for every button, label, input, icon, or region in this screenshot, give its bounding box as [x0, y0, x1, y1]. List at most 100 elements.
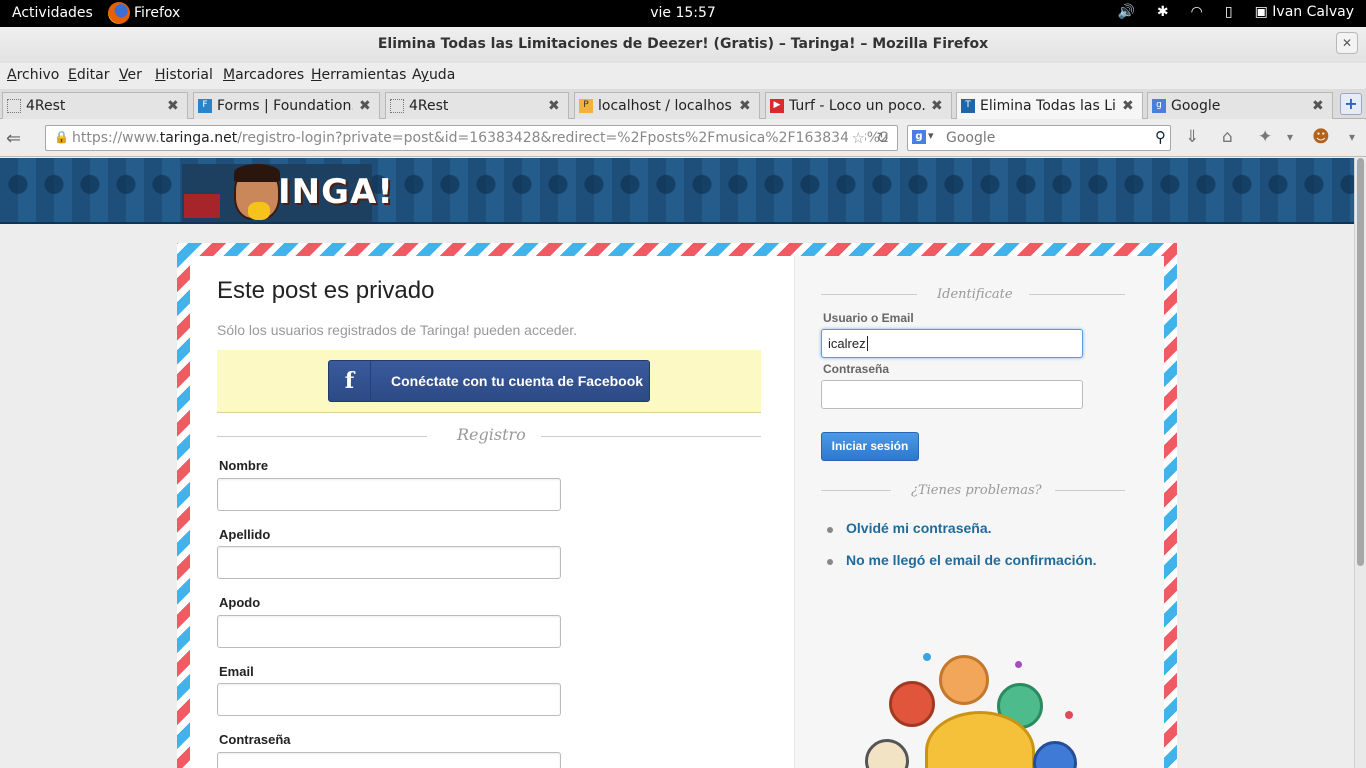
menu-ayuda[interactable]: Ayuda [412, 67, 455, 83]
close-tab-icon[interactable]: ✖ [1312, 98, 1326, 114]
menu-historial[interactable]: Historial [155, 67, 213, 83]
tab-forms-foundation[interactable]: F Forms | Foundation... ✖ [193, 92, 380, 119]
person-head-illustration [865, 739, 909, 768]
volume-icon[interactable]: 🔊 [1117, 4, 1134, 20]
register-panel: Este post es privado Sólo los usuarios r… [190, 256, 794, 768]
facebook-connect-button[interactable]: f Conéctate con tu cuenta de Facebook [328, 360, 650, 402]
blank-page-icon [7, 99, 21, 113]
apellido-input[interactable] [217, 546, 561, 579]
dot-decoration [923, 653, 931, 661]
menu-chevron-icon[interactable]: ▾ [1349, 130, 1355, 144]
person-head-illustration [1033, 741, 1077, 768]
taringa-logo[interactable]: INGA! [182, 164, 393, 222]
community-illustration [865, 651, 1095, 768]
divider [821, 294, 917, 295]
chevron-down-icon[interactable]: ▾ [1287, 130, 1293, 144]
tab-label: Google [1171, 98, 1221, 114]
tab-taringa-active[interactable]: T Elimina Todas las Li... ✖ [956, 92, 1143, 119]
username-value: icalrez [828, 336, 866, 351]
close-tab-icon[interactable]: ✖ [739, 98, 753, 114]
back-arrow-icon[interactable]: ⇐ [6, 128, 21, 149]
bullet-icon [827, 527, 833, 533]
tab-label: Elimina Todas las Li... [980, 98, 1116, 114]
chevron-down-icon[interactable]: ▾ [928, 129, 934, 142]
window-title: Elimina Todas las Limitaciones de Deezer… [377, 36, 989, 52]
youtube-icon: ▶ [770, 99, 784, 113]
email-label: Email [219, 664, 254, 679]
bluetooth-icon[interactable]: ✱ [1157, 4, 1169, 20]
tab-4rest[interactable]: 4Rest ✖ [2, 92, 188, 119]
menu-marcadores[interactable]: Marcadores [223, 67, 304, 83]
url-bar[interactable]: 🔒 https://www.taringa.net/registro-login… [45, 125, 898, 151]
person-head-illustration [889, 681, 935, 727]
lock-icon[interactable]: 🔒 [54, 130, 69, 144]
bullet-icon [827, 559, 833, 565]
divider [541, 436, 761, 437]
tab-4rest-2[interactable]: 4Rest ✖ [385, 92, 569, 119]
web-page: INGA! Este post es privado Sólo los usua… [0, 158, 1354, 768]
window-close-button[interactable]: ✕ [1336, 32, 1358, 54]
download-arrow-icon[interactable]: ⇓ [1185, 127, 1199, 147]
facebook-connect-box: f Conéctate con tu cuenta de Facebook [217, 350, 761, 413]
bookmark-star-icon[interactable]: ☆ [847, 129, 865, 147]
dot-decoration [1015, 661, 1022, 668]
page-scrollbar[interactable] [1354, 158, 1366, 768]
search-icon[interactable]: ⚲ [1155, 128, 1166, 146]
scrollbar-thumb[interactable] [1357, 158, 1364, 566]
email-input[interactable] [217, 683, 561, 716]
tab-phpmyadmin[interactable]: P localhost / localhos... ✖ [574, 92, 760, 119]
forgot-password-link[interactable]: Olvidé mi contraseña. [846, 520, 992, 536]
problems-title: ¿Tienes problemas? [911, 483, 1042, 498]
username-input[interactable]: icalrez [821, 329, 1083, 358]
facebook-button-label: Conéctate con tu cuenta de Facebook [391, 373, 644, 389]
nombre-input[interactable] [217, 478, 561, 511]
login-panel: Identificate Usuario o Email icalrez Con… [794, 256, 1164, 768]
tab-label: Turf - Loco un poco... [789, 98, 925, 114]
login-password-label: Contraseña [823, 362, 890, 376]
tab-label: Forms | Foundation... [217, 98, 353, 114]
url-domain: taringa.net [159, 130, 238, 146]
user-icon: ▣ [1254, 4, 1273, 20]
login-title: Identificate [937, 287, 1013, 302]
resend-confirmation-link[interactable]: No me llegó el email de confirmación. [846, 552, 1097, 568]
close-tab-icon[interactable]: ✖ [548, 98, 562, 114]
close-tab-icon[interactable]: ✖ [931, 98, 945, 114]
home-icon[interactable]: ⌂ [1222, 127, 1233, 147]
divider [1055, 490, 1125, 491]
close-tab-icon[interactable]: ✖ [359, 98, 373, 114]
url-path: /registro-login?private=post&id=16383428… [237, 130, 890, 146]
login-card: Este post es privado Sólo los usuarios r… [190, 256, 1164, 768]
tab-label: localhost / localhos... [598, 98, 733, 114]
logo-red-block [184, 194, 220, 218]
login-submit-button[interactable]: Iniciar sesión [821, 432, 919, 461]
close-tab-icon[interactable]: ✖ [167, 98, 181, 114]
foundation-icon: F [198, 99, 212, 113]
new-tab-button[interactable]: + [1340, 93, 1362, 115]
menu-editar[interactable]: Editar [68, 67, 109, 83]
logo-text: INGA! [278, 172, 394, 212]
google-engine-icon[interactable]: g [912, 130, 926, 144]
battery-icon[interactable]: ▯ [1225, 4, 1233, 20]
login-password-input[interactable] [821, 380, 1083, 409]
search-bar[interactable]: g ▾ Google ⚲ [907, 125, 1171, 151]
facebook-icon: f [329, 361, 371, 401]
wifi-icon[interactable]: ◠ [1191, 4, 1203, 20]
text-cursor [866, 336, 868, 351]
tab-google[interactable]: g Google ✖ [1147, 92, 1333, 119]
close-tab-icon[interactable]: ✖ [1122, 98, 1136, 114]
logo-hair [234, 164, 280, 182]
menu-herramientas[interactable]: Herramientas [311, 67, 406, 83]
tab-youtube-turf[interactable]: ▶ Turf - Loco un poco... ✖ [765, 92, 952, 119]
page-subtitle: Sólo los usuarios registrados de Taringa… [217, 322, 578, 338]
user-name: Ivan Calvay [1272, 4, 1354, 20]
menu-ver[interactable]: Ver [119, 67, 142, 83]
menu-archivo[interactable]: Archivo [7, 67, 59, 83]
apodo-input[interactable] [217, 615, 561, 648]
user-menu[interactable]: ▣ Ivan Calvay [1255, 4, 1354, 20]
greasemonkey-icon[interactable]: ☻ [1312, 127, 1330, 147]
reload-icon[interactable]: ↻ [876, 129, 889, 147]
system-top-bar: Actividades Firefox vie 15:57 🔊 ✱ ◠ ▯ ▣ … [0, 0, 1366, 27]
addon-icon[interactable]: ✦ [1258, 127, 1272, 147]
tab-label: 4Rest [409, 98, 449, 114]
password-input[interactable] [217, 752, 561, 768]
